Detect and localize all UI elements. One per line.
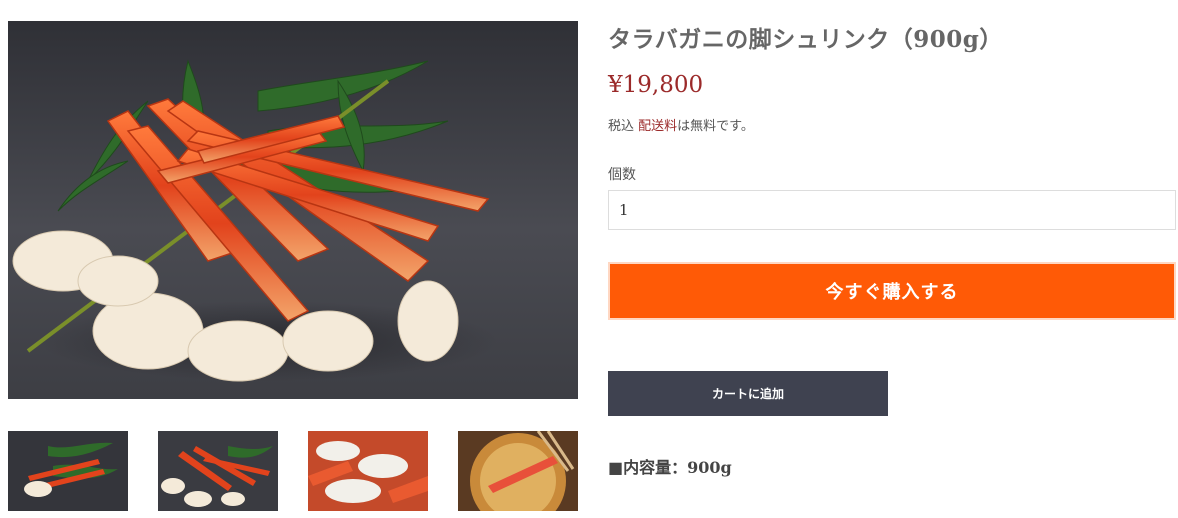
shipping-info: 税込 配送料は無料です。 [608, 115, 754, 134]
quantity-label: 個数 [608, 167, 636, 183]
content-amount: ■内容量：900g [608, 458, 732, 477]
thumbnail-2[interactable] [158, 431, 278, 511]
product-title: タラバガニの脚シュリンク（900g） [608, 26, 1003, 53]
thumbnail-4[interactable] [458, 431, 578, 511]
thumbnail-1[interactable] [8, 431, 128, 511]
main-product-image [8, 21, 578, 399]
product-price: ¥19,800 [608, 72, 704, 98]
thumbnail-strip [8, 431, 578, 511]
add-to-cart-button[interactable]: カートに追加 [608, 371, 888, 416]
buy-now-button[interactable]: 今すぐ購入する [608, 262, 1176, 320]
tax-label: 税込 [608, 119, 635, 134]
shipping-policy-link[interactable]: 配送料 [638, 119, 677, 134]
shipping-suffix: は無料です。 [677, 119, 754, 134]
thumbnail-3[interactable] [308, 431, 428, 511]
quantity-input[interactable] [608, 190, 1176, 230]
